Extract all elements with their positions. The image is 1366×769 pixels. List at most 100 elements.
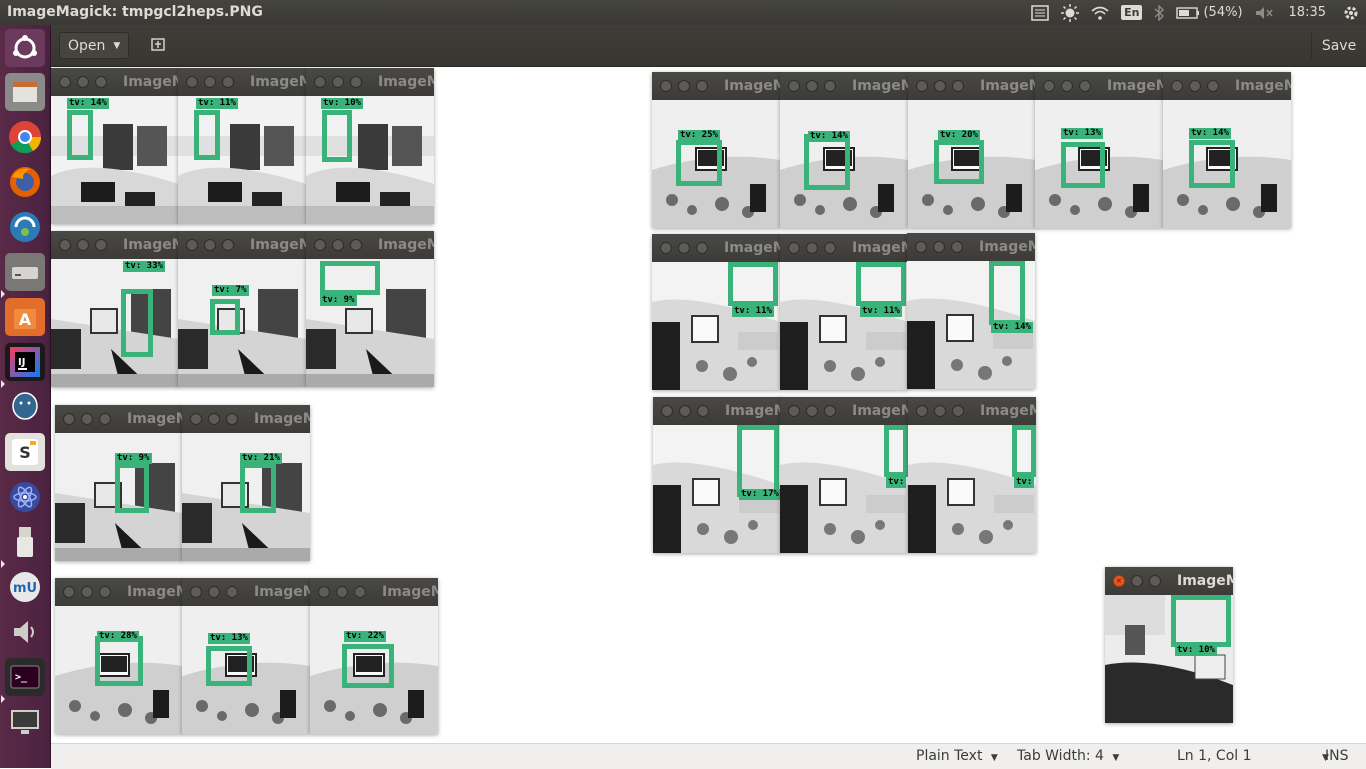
close-icon[interactable] <box>190 586 202 598</box>
minimize-icon[interactable] <box>208 413 220 425</box>
close-icon[interactable] <box>63 586 75 598</box>
image-window-titlebar[interactable]: ImageMagick <box>178 68 306 96</box>
image-window-titlebar[interactable]: ImageMagick <box>306 231 434 259</box>
volume-muted-icon[interactable] <box>1249 0 1279 25</box>
maximize-icon[interactable] <box>952 80 964 92</box>
software-updater-icon[interactable] <box>5 208 45 246</box>
postgresql-icon[interactable] <box>5 388 45 426</box>
usb-icon[interactable] <box>5 523 45 561</box>
image-window-titlebar[interactable]: ImageMagick <box>780 397 908 425</box>
close-icon[interactable] <box>186 239 198 251</box>
image-window[interactable]: ImageMagick tv: 13% <box>1035 72 1163 228</box>
close-icon[interactable] <box>186 76 198 88</box>
image-window-titlebar[interactable]: ImageMagick <box>182 578 310 606</box>
atom-icon[interactable] <box>5 478 45 516</box>
image-window-titlebar[interactable]: ImageMagick <box>908 397 1036 425</box>
sublime-icon[interactable]: S <box>5 433 45 471</box>
maximize-icon[interactable] <box>95 76 107 88</box>
minimize-icon[interactable] <box>81 413 93 425</box>
close-icon[interactable] <box>59 239 71 251</box>
image-window-titlebar[interactable]: ImageMagick <box>652 234 780 262</box>
image-window[interactable]: ImageMagick tv: 14% <box>51 68 179 224</box>
battery-indicator[interactable]: (54%) <box>1170 0 1248 25</box>
image-window[interactable]: ImageMagick tv: 13% <box>182 578 310 734</box>
image-window-titlebar[interactable]: ImageMagick <box>908 72 1036 100</box>
image-window[interactable]: ImageMagick tv: 11% <box>780 234 908 390</box>
image-window-titlebar[interactable]: ImageMagick <box>310 578 438 606</box>
image-window-titlebar[interactable]: ImageMagick <box>51 68 179 96</box>
minimize-icon[interactable] <box>806 80 818 92</box>
maximize-icon[interactable] <box>696 80 708 92</box>
bluetooth-icon[interactable] <box>1148 0 1170 25</box>
close-icon[interactable] <box>915 241 927 253</box>
maximize-icon[interactable] <box>952 405 964 417</box>
image-window[interactable]: × ImageMagick tv: 10% <box>1105 567 1233 723</box>
maximize-icon[interactable] <box>222 239 234 251</box>
new-tab-button[interactable] <box>143 32 173 59</box>
image-window[interactable]: ImageMagick tv: 22% <box>310 578 438 734</box>
minimize-icon[interactable] <box>204 76 216 88</box>
close-icon[interactable] <box>314 239 326 251</box>
firefox-icon[interactable] <box>5 163 45 201</box>
tab-width-selector[interactable]: Tab Width: 4 ▼ <box>1017 748 1119 764</box>
maximize-icon[interactable] <box>95 239 107 251</box>
maximize-icon[interactable] <box>350 239 362 251</box>
close-icon[interactable] <box>318 586 330 598</box>
language-selector[interactable]: Plain Text ▼ <box>916 748 998 764</box>
sound-icon[interactable] <box>5 613 45 651</box>
minimize-icon[interactable] <box>332 76 344 88</box>
image-window[interactable]: ImageMagick tv: 20% <box>908 72 1036 228</box>
minimize-icon[interactable] <box>204 239 216 251</box>
image-window-titlebar[interactable]: ImageMagick <box>780 234 908 262</box>
image-window[interactable]: ImageMagick tv: 7% <box>178 231 306 387</box>
image-window[interactable]: ImageMagick tv: 28% <box>55 578 183 734</box>
close-icon[interactable] <box>190 413 202 425</box>
image-window-titlebar[interactable]: ImageMagick <box>907 233 1035 261</box>
chrome-icon[interactable] <box>5 118 45 156</box>
close-icon[interactable] <box>788 80 800 92</box>
maximize-icon[interactable] <box>99 586 111 598</box>
image-window-titlebar[interactable]: ImageMagick <box>182 405 310 433</box>
minimize-icon[interactable] <box>336 586 348 598</box>
close-icon[interactable] <box>1171 80 1183 92</box>
minimize-icon[interactable] <box>806 242 818 254</box>
drive-icon[interactable] <box>5 253 45 291</box>
maximize-icon[interactable] <box>1079 80 1091 92</box>
image-window-titlebar[interactable]: × ImageMagick <box>1105 567 1233 595</box>
ubuntu-dash-icon[interactable] <box>5 29 45 67</box>
image-window[interactable]: ImageMagick tv: 9% <box>306 231 434 387</box>
clock[interactable]: 18:35 <box>1279 0 1336 25</box>
image-window[interactable]: ImageMagick tv: 25% <box>652 72 780 228</box>
minimize-icon[interactable] <box>679 405 691 417</box>
minimize-icon[interactable] <box>1189 80 1201 92</box>
minimize-icon[interactable] <box>77 239 89 251</box>
image-window-titlebar[interactable]: ImageMagick <box>1035 72 1163 100</box>
close-icon[interactable] <box>59 76 71 88</box>
close-icon[interactable]: × <box>1113 575 1125 587</box>
close-icon[interactable] <box>660 242 672 254</box>
image-window-titlebar[interactable]: ImageMagick <box>51 231 179 259</box>
wifi-icon[interactable] <box>1085 0 1115 25</box>
maximize-icon[interactable] <box>1149 575 1161 587</box>
minimize-icon[interactable] <box>77 76 89 88</box>
close-icon[interactable] <box>63 413 75 425</box>
minimize-icon[interactable] <box>678 80 690 92</box>
maximize-icon[interactable] <box>824 405 836 417</box>
image-window[interactable]: ImageMagick tv: 33% <box>51 231 179 387</box>
close-icon[interactable] <box>314 76 326 88</box>
minimize-icon[interactable] <box>806 405 818 417</box>
minimize-icon[interactable] <box>933 241 945 253</box>
close-icon[interactable] <box>661 405 673 417</box>
minimize-icon[interactable] <box>934 405 946 417</box>
image-window[interactable]: ImageMagick tv: 14% <box>780 72 908 228</box>
image-window[interactable]: ImageMagick tv: 10% <box>306 68 434 224</box>
minimize-icon[interactable] <box>1061 80 1073 92</box>
brightness-icon[interactable] <box>1055 0 1085 25</box>
maximize-icon[interactable] <box>951 241 963 253</box>
image-window[interactable]: ImageMagick tv: 14% <box>1163 72 1291 228</box>
image-window[interactable]: ImageMagick tv: 11% <box>178 68 306 224</box>
maximize-icon[interactable] <box>824 242 836 254</box>
minimize-icon[interactable] <box>208 586 220 598</box>
close-icon[interactable] <box>660 80 672 92</box>
terminal-icon[interactable]: >_ <box>5 658 45 696</box>
